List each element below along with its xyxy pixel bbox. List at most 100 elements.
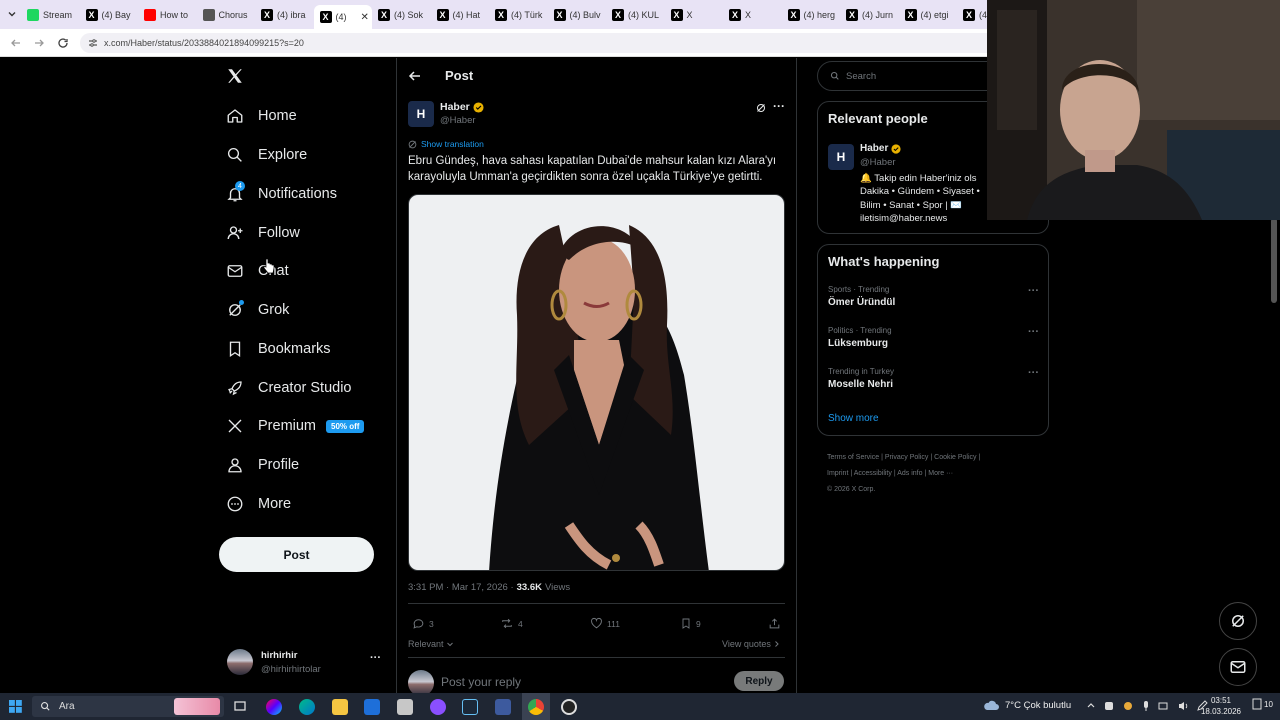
messages-floating-button[interactable]: [1219, 648, 1257, 686]
discord-icon[interactable]: [430, 699, 446, 715]
nav-home[interactable]: Home: [226, 103, 297, 129]
browser-tab[interactable]: X (4) Bay: [85, 5, 138, 25]
view-quotes-link[interactable]: View quotes: [722, 639, 780, 649]
tab-list-chevron-icon[interactable]: [6, 8, 18, 20]
copilot-icon[interactable]: [266, 699, 282, 715]
author-name-row[interactable]: Haber: [440, 101, 484, 113]
tab-label: (4): [335, 12, 347, 22]
show-translation-link[interactable]: Show translation: [408, 139, 484, 149]
scrollbar-thumb[interactable]: [1271, 218, 1277, 303]
nav-creator-studio[interactable]: Creator Studio: [226, 375, 352, 401]
trend-item[interactable]: Sports · Trending Ömer Üründül ···: [828, 285, 1043, 308]
trend-more-icon[interactable]: ···: [1028, 326, 1039, 338]
browser-tab[interactable]: X (4) ibra: [261, 5, 313, 25]
tab-close-icon[interactable]: ✕: [361, 12, 369, 23]
browser-tab[interactable]: X (4) Hat: [436, 5, 489, 25]
reply-input[interactable]: Post your reply: [441, 675, 521, 689]
grok-floating-button[interactable]: [1219, 602, 1257, 640]
grok-explain-icon[interactable]: [755, 102, 767, 114]
x-logo-icon[interactable]: [226, 67, 244, 85]
browser-tab[interactable]: X (4) ✕: [313, 5, 372, 29]
site-info-icon[interactable]: [88, 38, 98, 48]
post-image[interactable]: [408, 194, 785, 571]
network-icon[interactable]: [1158, 700, 1170, 712]
clock[interactable]: 03:51 18.03.2026: [1197, 695, 1245, 717]
post-button[interactable]: Post: [219, 537, 374, 572]
browser-tab[interactable]: X (4) KUL: [612, 5, 664, 25]
reply-action[interactable]: 3: [412, 617, 434, 630]
browser-tab[interactable]: XX: [670, 5, 723, 25]
tray-app-icon[interactable]: [1103, 700, 1115, 712]
store-icon[interactable]: [397, 699, 413, 715]
url-field[interactable]: x.com/Haber/status/2033884021894099215?s…: [80, 33, 1000, 53]
browser-tab[interactable]: How to: [144, 5, 196, 25]
back-arrow-icon[interactable]: [10, 37, 22, 49]
steam-icon[interactable]: [462, 699, 478, 715]
like-action[interactable]: 111: [590, 617, 620, 630]
bookmark-action[interactable]: 9: [680, 617, 701, 630]
footer-link[interactable]: Terms of Service: [827, 454, 879, 461]
browser-tab[interactable]: X (4) Sok: [378, 5, 430, 25]
browser-tab[interactable]: X (4) Türk: [495, 5, 547, 25]
browser-tab[interactable]: X (4) Bulv: [553, 5, 606, 25]
show-more-link[interactable]: Show more: [828, 413, 879, 424]
footer-link[interactable]: Cookie Policy: [934, 454, 976, 461]
views-label: Views: [544, 582, 571, 593]
browser-tab[interactable]: XX: [729, 5, 781, 25]
browser-tab[interactable]: Stream: [27, 5, 79, 25]
footer-link[interactable]: Accessibility: [854, 470, 892, 477]
obs-icon[interactable]: [561, 699, 577, 715]
tray-app-icon[interactable]: [1122, 700, 1134, 712]
nav-profile[interactable]: Profile: [226, 452, 299, 478]
share-icon[interactable]: [768, 617, 781, 630]
nav-chat[interactable]: Chat: [226, 258, 289, 284]
file-explorer-icon[interactable]: [332, 699, 348, 715]
repost-action[interactable]: 4: [500, 617, 523, 630]
trend-item[interactable]: Trending in Turkey Moselle Nehri ···: [828, 367, 1043, 390]
reply-button[interactable]: Reply: [734, 671, 784, 691]
edge-icon[interactable]: [299, 699, 315, 715]
footer-link[interactable]: Ads info: [897, 470, 922, 477]
notification-center[interactable]: 10: [1252, 698, 1273, 710]
browser-tab[interactable]: X (4) Jurn: [846, 5, 898, 25]
windows-start-icon[interactable]: [9, 700, 22, 713]
post-more-icon[interactable]: ···: [773, 99, 785, 113]
account-more-icon[interactable]: ···: [370, 652, 381, 664]
nav-bookmarks[interactable]: Bookmarks: [226, 336, 331, 362]
browser-tab[interactable]: X (4) etgi: [904, 5, 957, 25]
taskbar-search[interactable]: Ara: [32, 696, 224, 717]
tray-chevron-up-icon[interactable]: [1086, 700, 1096, 712]
author-avatar[interactable]: H: [408, 101, 434, 127]
microphone-icon[interactable]: [1141, 700, 1151, 712]
account-switcher[interactable]: hirhirhir @hirhirhirtolar ···: [220, 642, 390, 682]
nav-explore[interactable]: Explore: [226, 142, 307, 168]
trend-more-icon[interactable]: ···: [1028, 285, 1039, 297]
footer-link[interactable]: More ···: [928, 470, 953, 477]
browser-tab[interactable]: Chorus: [202, 5, 255, 25]
tab-favicon-icon: X: [963, 9, 975, 21]
reload-icon[interactable]: [57, 37, 69, 49]
reply-sort-dropdown[interactable]: Relevant: [408, 639, 454, 649]
weather-widget[interactable]: 7°C Çok bulutlu: [983, 699, 1071, 711]
chrome-icon[interactable]: [528, 699, 544, 715]
footer-link[interactable]: Imprint: [827, 470, 848, 477]
nav-premium[interactable]: Premium 50% off: [226, 413, 365, 439]
outlook-icon[interactable]: [364, 699, 380, 715]
footer-link[interactable]: Privacy Policy: [885, 454, 929, 461]
browser-tab[interactable]: X (4) herg: [787, 5, 840, 25]
speaker-icon[interactable]: [1177, 700, 1189, 712]
app-icon[interactable]: [495, 699, 511, 715]
nav-more[interactable]: More: [226, 491, 291, 517]
nav-grok[interactable]: Grok: [226, 297, 289, 323]
repost-icon: [500, 617, 514, 630]
person-avatar[interactable]: H: [828, 144, 854, 170]
task-view-icon[interactable]: [233, 699, 249, 715]
trend-item[interactable]: Politics · Trending Lüksemburg ···: [828, 326, 1043, 349]
trend-more-icon[interactable]: ···: [1028, 367, 1039, 379]
forward-arrow-icon[interactable]: [33, 37, 45, 49]
nav-follow[interactable]: Follow: [226, 220, 300, 246]
nav-notifications[interactable]: 4 Notifications: [226, 181, 337, 207]
back-button[interactable]: [408, 69, 422, 83]
person-name-row[interactable]: Haber: [860, 143, 901, 154]
tab-label: X: [745, 10, 752, 20]
